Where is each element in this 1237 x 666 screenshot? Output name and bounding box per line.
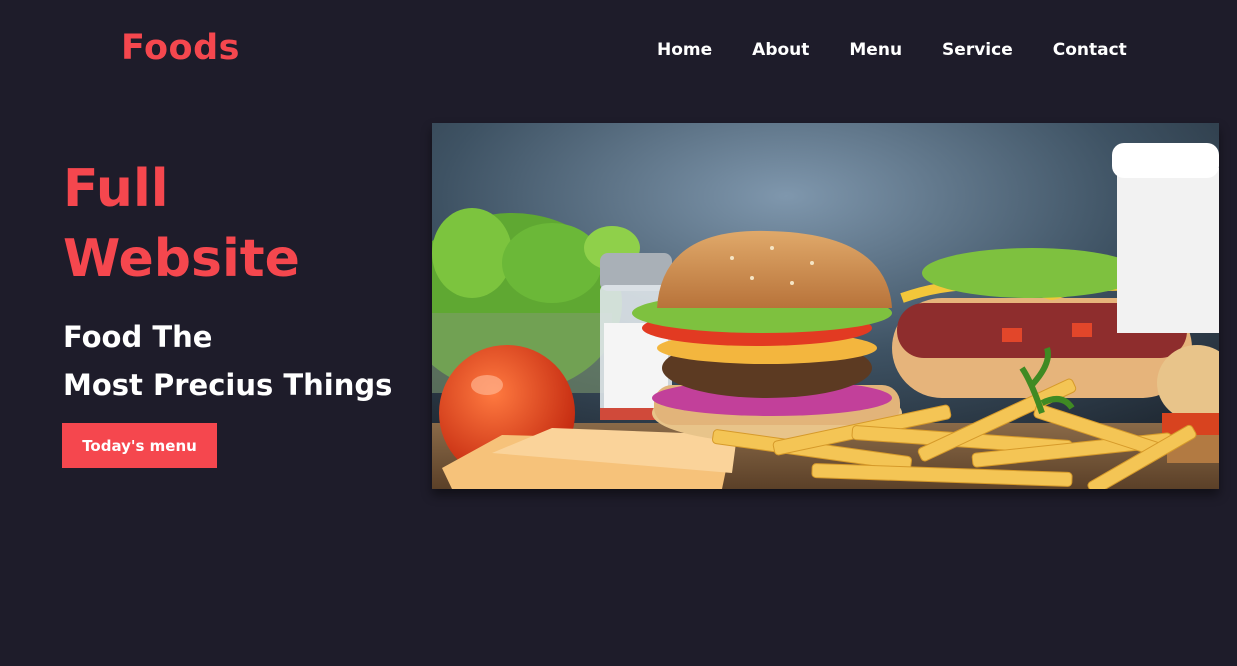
nav-home[interactable]: Home [657,40,712,60]
hero-title-line-1: Full [63,159,169,219]
nav-service[interactable]: Service [942,40,1013,60]
nav-contact[interactable]: Contact [1053,40,1127,60]
todays-menu-button[interactable]: Today's menu [62,423,217,468]
hero-subtitle-line-2: Most Precius Things [63,368,393,402]
hero-subtitle: Food The Most Precius Things [63,313,392,409]
hero-title: Full Website [63,154,300,294]
coffee-cup [1112,143,1219,333]
nav-menu[interactable]: Menu [849,40,902,60]
hero-title-line-2: Website [63,229,300,289]
hero-food-image [432,123,1219,489]
nav-about[interactable]: About [752,40,809,60]
site-logo[interactable]: Foods [121,28,240,68]
hero-subtitle-line-1: Food The [63,320,213,354]
main-nav: Home About Menu Service Contact [657,40,1127,60]
